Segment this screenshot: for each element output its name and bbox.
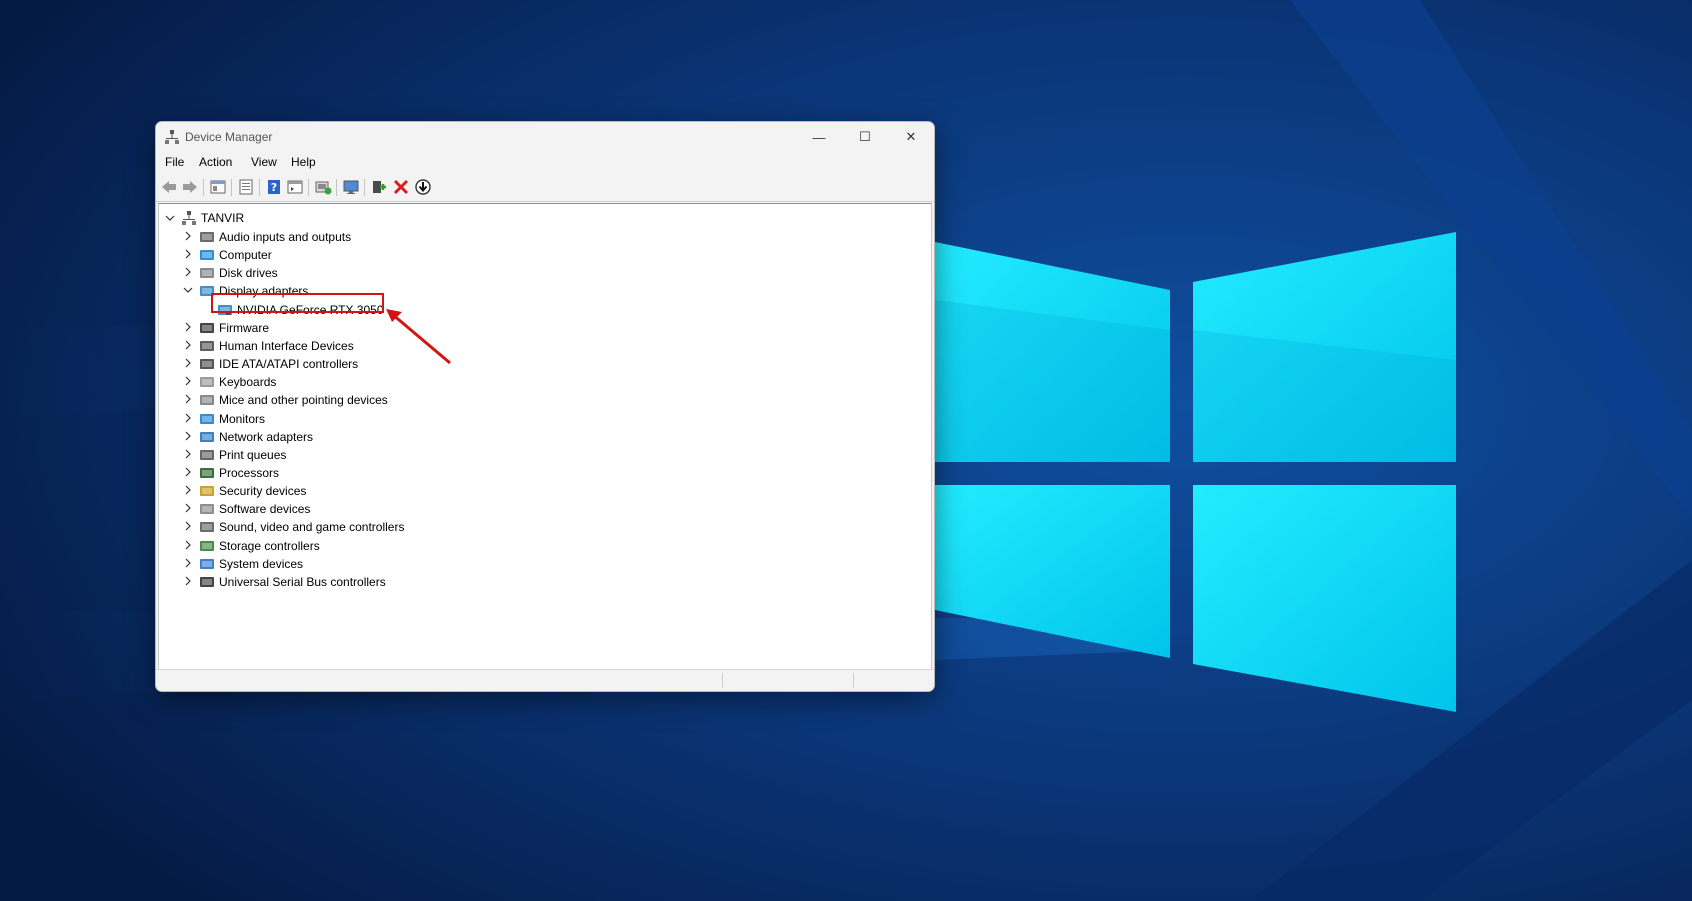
tree-category-label[interactable]: Disk drives	[219, 266, 278, 280]
toolbar-separator	[364, 179, 365, 196]
chevron-down-icon[interactable]	[165, 213, 175, 223]
maximize-button[interactable]: ☐	[842, 122, 888, 152]
highlight-box	[211, 293, 384, 313]
tree-category-label[interactable]: Software devices	[219, 502, 310, 516]
chevron-right-icon[interactable]	[183, 231, 193, 241]
device-tree: TANVIR Audio inputs and outputs Computer D…	[158, 203, 932, 671]
system-device-icon	[200, 558, 214, 569]
window-title: Device Manager	[185, 130, 273, 144]
network-adapter-icon	[200, 431, 214, 442]
uninstall-device-icon[interactable]	[392, 178, 410, 196]
tree-category-label[interactable]: Print queues	[219, 448, 286, 462]
chevron-right-icon[interactable]	[183, 521, 193, 531]
status-divider	[853, 673, 854, 688]
maximize-icon: ☐	[859, 129, 871, 144]
menu-help[interactable]: Help	[291, 155, 316, 169]
tree-category-label[interactable]: Human Interface Devices	[219, 339, 354, 353]
show-hide-console-tree-icon[interactable]	[209, 178, 227, 196]
chevron-right-icon[interactable]	[183, 340, 193, 350]
chevron-right-icon[interactable]	[183, 540, 193, 550]
annotation-arrow	[386, 309, 451, 365]
computer-root-icon	[182, 211, 196, 225]
chevron-right-icon[interactable]	[183, 413, 193, 423]
minimize-button[interactable]: —	[796, 122, 842, 152]
menu-action[interactable]: Action	[199, 155, 232, 169]
tree-category-label[interactable]: Firmware	[219, 321, 269, 335]
chevron-right-icon[interactable]	[183, 267, 193, 277]
tree-category-label[interactable]: Computer	[219, 248, 272, 262]
tree-category-label[interactable]: System devices	[219, 557, 303, 571]
hid-icon	[200, 340, 214, 351]
tree-category-label[interactable]: Security devices	[219, 484, 306, 498]
tree-category-label[interactable]: Monitors	[219, 412, 265, 426]
update-driver-icon[interactable]	[314, 178, 332, 196]
chevron-right-icon[interactable]	[183, 467, 193, 477]
device-manager-app-icon	[165, 130, 179, 144]
chevron-right-icon[interactable]	[183, 449, 193, 459]
chevron-right-icon[interactable]	[183, 558, 193, 568]
back-icon[interactable]	[160, 178, 178, 196]
device-manager-window: Device Manager — ☐ ✕ File Action View He…	[155, 121, 935, 692]
software-device-icon	[200, 504, 214, 515]
chevron-right-icon[interactable]	[183, 249, 193, 259]
chevron-right-icon[interactable]	[183, 358, 193, 368]
chevron-down-icon[interactable]	[183, 285, 193, 295]
title-bar[interactable]: Device Manager — ☐ ✕	[156, 122, 934, 152]
keyboard-icon	[200, 377, 214, 388]
sound-controller-icon	[200, 522, 214, 533]
close-icon: ✕	[905, 129, 917, 144]
computer-icon	[200, 250, 214, 261]
tree-root-label[interactable]: TANVIR	[201, 211, 244, 225]
chevron-right-icon[interactable]	[183, 485, 193, 495]
download-driver-icon[interactable]	[414, 178, 432, 196]
tree-category-label[interactable]: Universal Serial Bus controllers	[219, 575, 386, 589]
svg-text:?: ?	[271, 181, 277, 194]
chevron-right-icon[interactable]	[183, 503, 193, 513]
tree-category-label[interactable]: Sound, video and game controllers	[219, 520, 404, 534]
menu-bar: File Action View Help	[156, 152, 934, 174]
minimize-icon: —	[812, 129, 826, 145]
toolbar-separator	[231, 179, 232, 196]
help-icon[interactable]: ?	[265, 178, 283, 196]
toolbar: ?	[156, 174, 934, 202]
tree-category-label[interactable]: Mice and other pointing devices	[219, 393, 388, 407]
close-button[interactable]: ✕	[888, 122, 934, 152]
storage-controller-icon	[200, 540, 214, 551]
toolbar-separator	[259, 179, 260, 196]
disk-drive-icon	[200, 268, 214, 279]
tree-category-label[interactable]: Audio inputs and outputs	[219, 230, 351, 244]
tree-category-label[interactable]: Network adapters	[219, 430, 313, 444]
chevron-right-icon[interactable]	[183, 394, 193, 404]
mouse-icon	[200, 395, 214, 406]
ide-controller-icon	[200, 359, 214, 370]
forward-icon[interactable]	[181, 178, 199, 196]
speaker-icon	[200, 232, 214, 242]
tree-category-label[interactable]: Keyboards	[219, 375, 276, 389]
processor-icon	[200, 467, 214, 478]
properties-icon[interactable]	[237, 178, 255, 196]
tree-category-label[interactable]: Storage controllers	[219, 539, 320, 553]
security-device-icon	[200, 486, 214, 497]
usb-icon	[200, 576, 214, 587]
status-bar	[156, 669, 934, 691]
enable-device-icon[interactable]	[370, 178, 388, 196]
tree-category-label[interactable]: IDE ATA/ATAPI controllers	[219, 357, 358, 371]
toolbar-separator	[336, 179, 337, 196]
tree-category-label[interactable]: Processors	[219, 466, 279, 480]
status-divider	[722, 673, 723, 688]
chevron-right-icon[interactable]	[183, 576, 193, 586]
chevron-right-icon[interactable]	[183, 431, 193, 441]
menu-view[interactable]: View	[251, 155, 277, 169]
scan-hardware-icon[interactable]	[342, 178, 360, 196]
monitor-icon	[200, 413, 214, 424]
chevron-right-icon[interactable]	[183, 322, 193, 332]
printer-icon	[200, 449, 214, 460]
firmware-icon	[200, 322, 214, 333]
toolbar-separator	[308, 179, 309, 196]
chevron-right-icon[interactable]	[183, 376, 193, 386]
console-view-icon[interactable]	[286, 178, 304, 196]
menu-file[interactable]: File	[165, 155, 184, 169]
toolbar-separator	[203, 179, 204, 196]
